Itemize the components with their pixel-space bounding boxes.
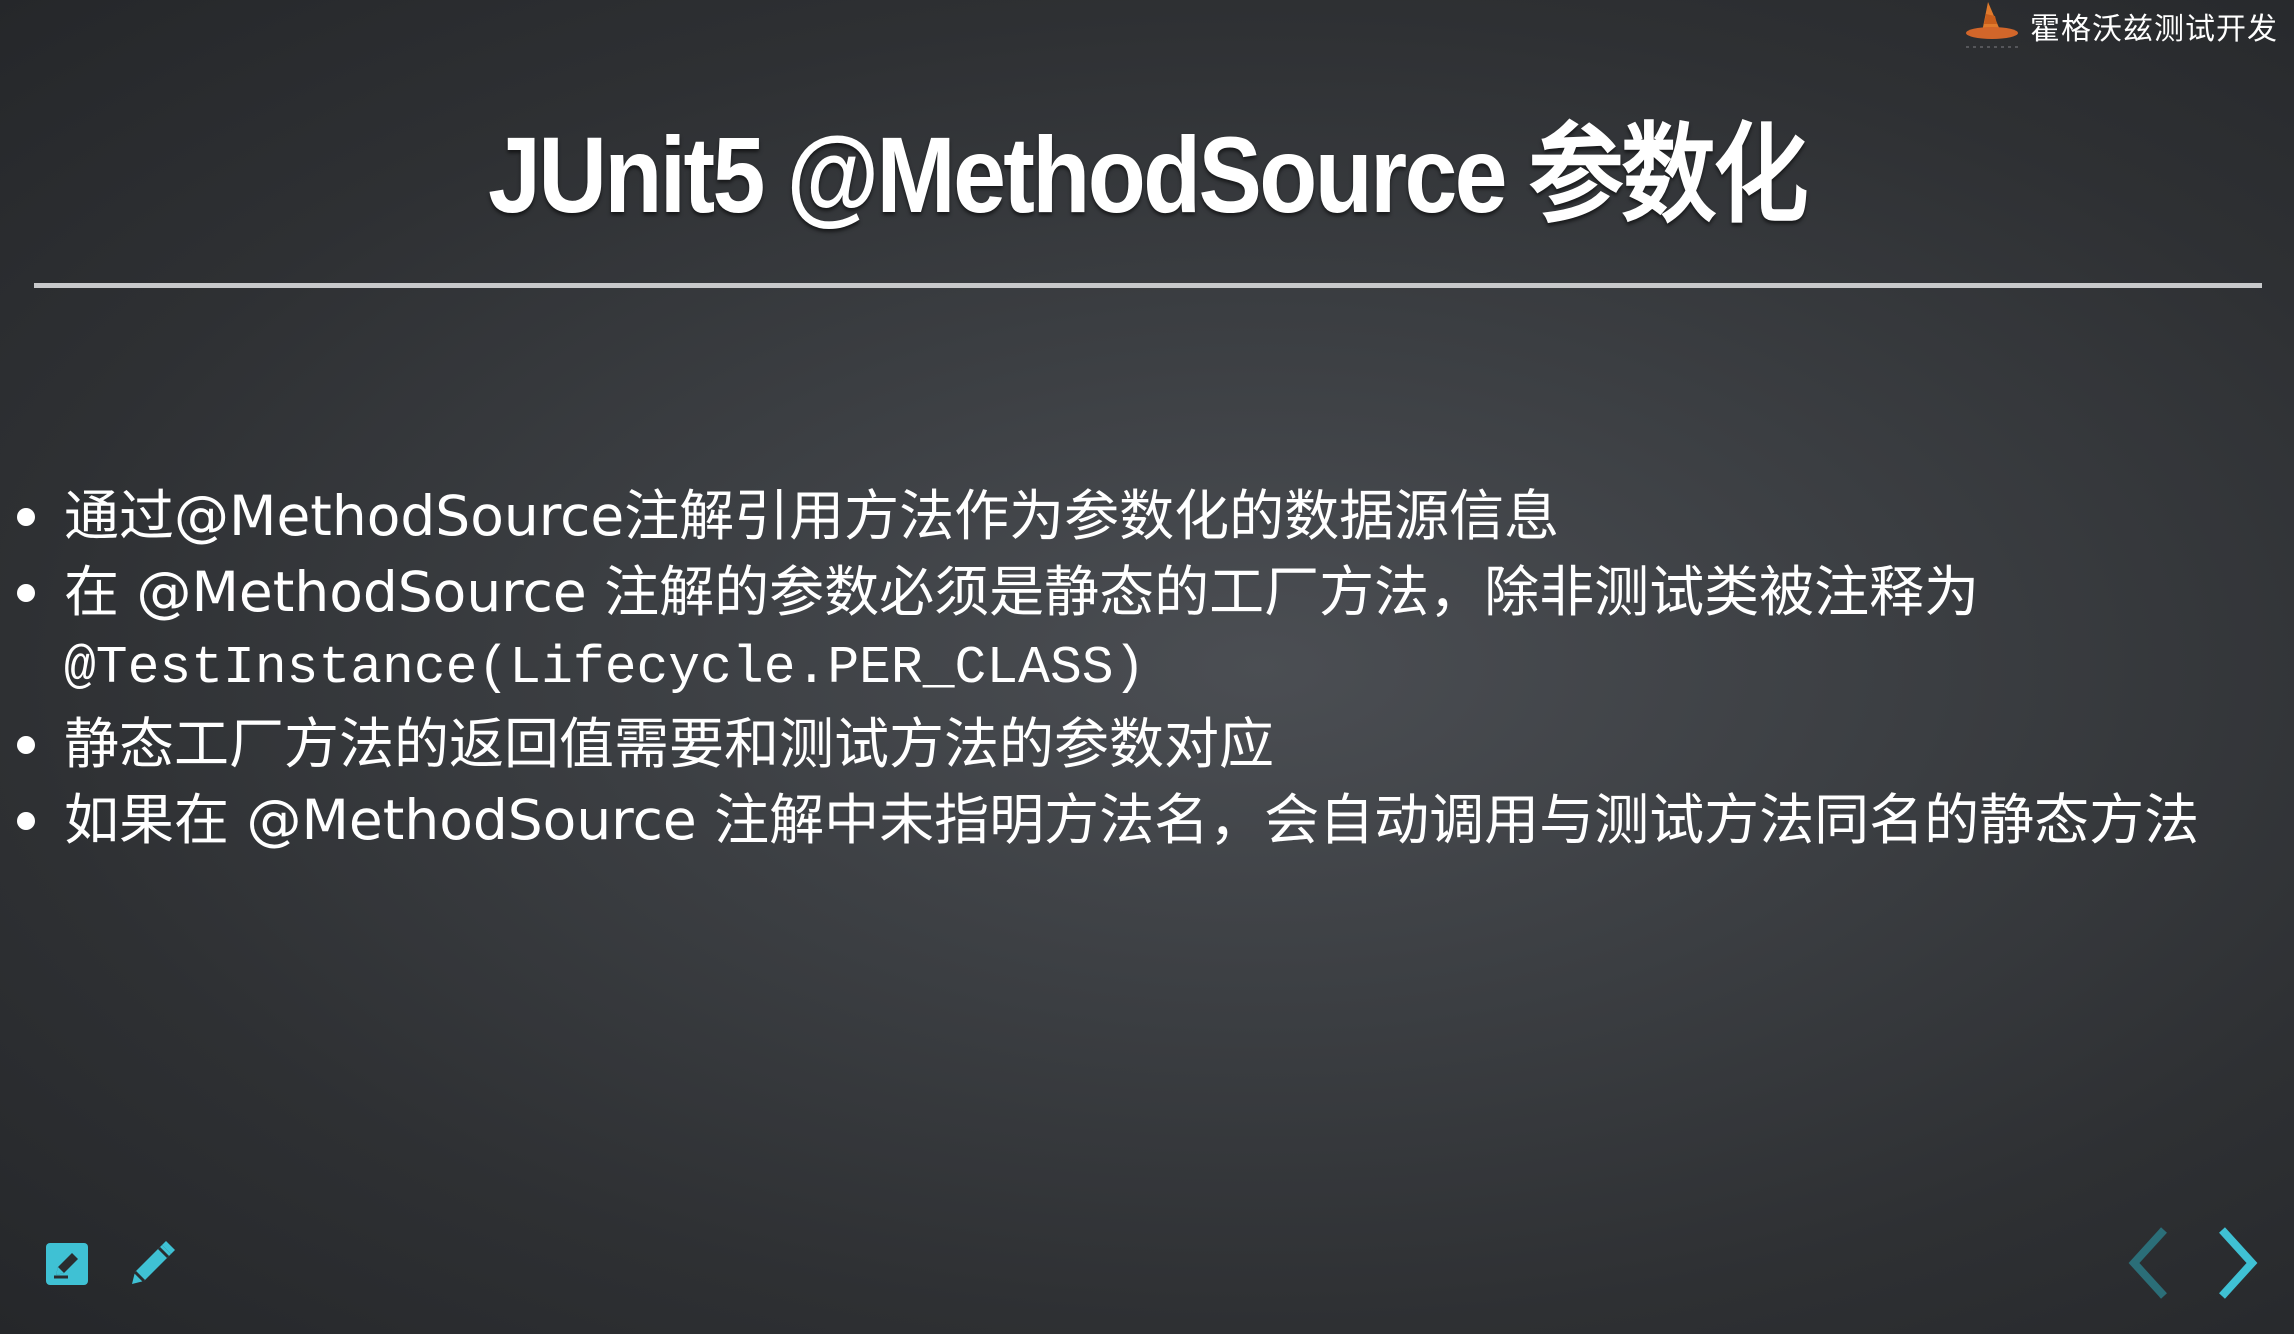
bullet-dot-icon <box>17 812 35 830</box>
tool-controls <box>44 1238 178 1294</box>
bullet-list: 通过@MethodSource注解引用方法作为参数化的数据源信息 在 @Meth… <box>0 478 2294 858</box>
bullet-text: 在 @MethodSource 注解的参数必须是静态的工厂方法，除非测试类被注释… <box>64 560 1980 624</box>
bullet-dot-icon <box>17 584 35 602</box>
brand-header: 霍格沃兹测试开发 <box>1962 0 2278 52</box>
witch-hat-logo-icon <box>1962 0 2024 52</box>
bullet-item: 在 @MethodSource 注解的参数必须是静态的工厂方法，除非测试类被注释… <box>0 554 2294 706</box>
navigation-controls <box>2126 1226 2260 1304</box>
brand-name: 霍格沃兹测试开发 <box>2030 12 2278 47</box>
bullet-item: 静态工厂方法的返回值需要和测试方法的参数对应 <box>0 706 2294 782</box>
pencil-icon[interactable] <box>126 1238 178 1294</box>
chevron-right-icon[interactable] <box>2216 1226 2260 1304</box>
title-divider <box>34 283 2262 288</box>
bullet-text: 静态工厂方法的返回值需要和测试方法的参数对应 <box>64 712 1275 776</box>
edit-square-icon[interactable] <box>44 1241 90 1291</box>
bullet-text: 如果在 @MethodSource 注解中未指明方法名，会自动调用与测试方法同名… <box>64 788 2200 852</box>
slide-content: 通过@MethodSource注解引用方法作为参数化的数据源信息 在 @Meth… <box>0 478 2294 858</box>
bullet-text: 通过@MethodSource注解引用方法作为参数化的数据源信息 <box>64 484 1560 548</box>
chevron-left-icon[interactable] <box>2126 1226 2170 1304</box>
bullet-dot-icon <box>17 508 35 526</box>
bullet-item: 如果在 @MethodSource 注解中未指明方法名，会自动调用与测试方法同名… <box>0 782 2294 858</box>
bullet-code: @TestInstance(Lifecycle.PER_CLASS) <box>64 638 1146 698</box>
bullet-item: 通过@MethodSource注解引用方法作为参数化的数据源信息 <box>0 478 2294 554</box>
bullet-dot-icon <box>17 736 35 754</box>
slide-title: JUnit5 @MethodSource 参数化 <box>488 114 1808 235</box>
